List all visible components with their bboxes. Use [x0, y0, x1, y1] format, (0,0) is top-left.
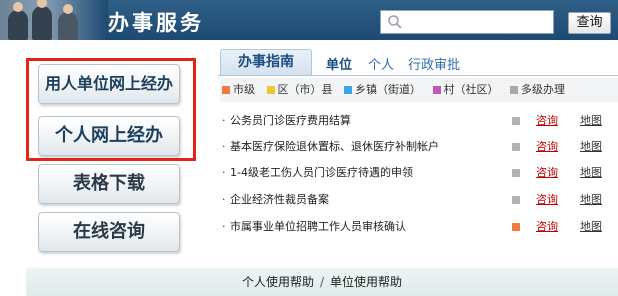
legend-item: 乡镇（街道）	[342, 78, 421, 102]
person-figure	[58, 4, 78, 40]
page-title: 办事服务	[108, 11, 204, 35]
map-link[interactable]: 地图	[580, 189, 602, 211]
search-input[interactable]	[380, 10, 554, 34]
list-item: · 市属事业单位招聘工作人员审核确认 咨询 地图	[222, 216, 618, 238]
tab-admin-approval[interactable]: 行政审批	[408, 54, 460, 73]
map-link[interactable]: 地图	[580, 216, 602, 238]
legend-swatch	[266, 86, 275, 94]
search-icon	[388, 15, 402, 29]
item-title[interactable]: 基本医疗保险退休置标、退休医疗补制帐户	[230, 136, 439, 158]
personal-help-link[interactable]: 个人使用帮助	[242, 275, 314, 289]
online-consult-button[interactable]: 在线咨询	[38, 212, 180, 252]
consult-link[interactable]: 咨询	[536, 216, 558, 238]
bullet: ·	[222, 114, 226, 127]
list-item: · 公务员门诊医疗费用结算 咨询 地图	[222, 110, 618, 132]
bullet: ·	[222, 166, 226, 179]
bullet: ·	[222, 140, 226, 153]
search-button[interactable]: 查询	[568, 12, 611, 34]
separator: /	[319, 275, 325, 289]
person-figure	[8, 2, 28, 40]
level-marker	[512, 196, 520, 204]
list-item: · 基本医疗保险退休置标、退休医疗补制帐户 咨询 地图	[222, 136, 618, 158]
bullet: ·	[222, 193, 226, 206]
map-link[interactable]: 地图	[580, 162, 602, 184]
level-marker	[512, 117, 520, 125]
legend-swatch	[432, 86, 441, 94]
level-legend: 市级 区（市）县 乡镇（街道） 村（社区） 多级办理	[220, 78, 618, 102]
highlight-frame	[26, 58, 196, 161]
level-marker	[512, 223, 520, 231]
tab-personal[interactable]: 个人	[368, 54, 394, 73]
tab-divider	[218, 75, 618, 76]
bullet: ·	[222, 220, 226, 233]
legend-item: 市级	[220, 78, 255, 102]
item-title[interactable]: 公务员门诊医疗费用结算	[230, 110, 351, 132]
legend-item: 村（社区）	[431, 78, 499, 102]
header-bar: 办事服务 查询	[0, 0, 618, 40]
map-link[interactable]: 地图	[580, 110, 602, 132]
consult-link[interactable]: 咨询	[536, 189, 558, 211]
person-figure	[32, 0, 52, 40]
help-footer: 个人使用帮助 / 单位使用帮助	[26, 268, 618, 296]
legend-swatch	[510, 86, 518, 94]
item-title[interactable]: 1-4级老工伤人员门诊医疗待遇的申领	[230, 162, 413, 184]
level-marker	[512, 143, 520, 151]
header-photo	[0, 0, 108, 40]
legend-swatch	[344, 86, 352, 94]
item-title[interactable]: 企业经济性裁员备案	[230, 189, 329, 211]
map-link[interactable]: 地图	[580, 136, 602, 158]
level-marker	[512, 169, 520, 177]
tab-guide[interactable]: 办事指南	[220, 49, 312, 75]
legend-swatch	[222, 86, 230, 94]
consult-link[interactable]: 咨询	[536, 110, 558, 132]
list-item: · 1-4级老工伤人员门诊医疗待遇的申领 咨询 地图	[222, 162, 618, 184]
list-item: · 企业经济性裁员备案 咨询 地图	[222, 189, 618, 211]
item-title[interactable]: 市属事业单位招聘工作人员审核确认	[230, 216, 406, 238]
tab-unit[interactable]: 单位	[326, 54, 352, 73]
form-download-button[interactable]: 表格下载	[38, 164, 180, 204]
legend-item: 多级办理	[508, 78, 565, 102]
unit-help-link[interactable]: 单位使用帮助	[330, 275, 402, 289]
legend-item: 区（市）县	[265, 78, 333, 102]
consult-link[interactable]: 咨询	[536, 136, 558, 158]
consult-link[interactable]: 咨询	[536, 162, 558, 184]
